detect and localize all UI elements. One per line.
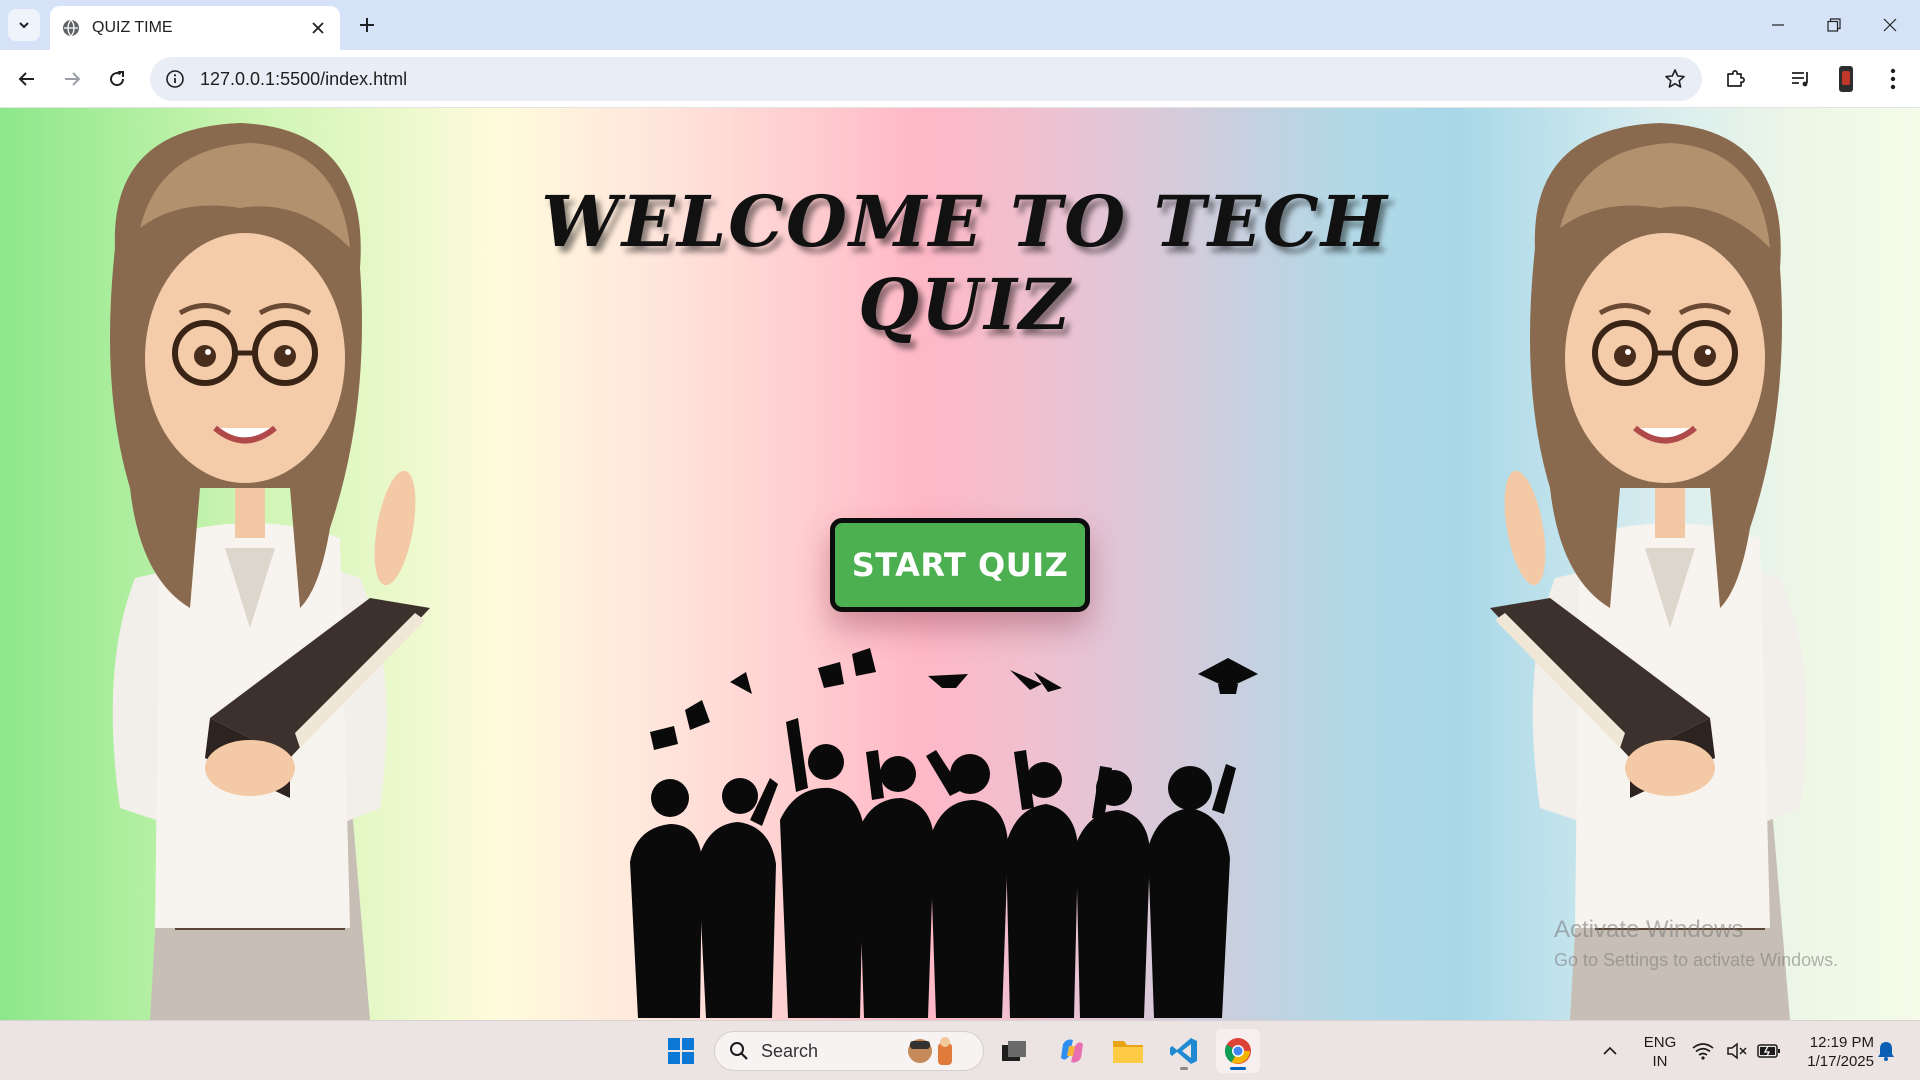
chevron-down-icon (19, 22, 29, 29)
forward-button[interactable] (54, 61, 90, 97)
search-highlight-icon (908, 1037, 953, 1065)
copilot-icon (1061, 1039, 1083, 1063)
notifications-button[interactable] (1866, 1029, 1906, 1073)
bookmark-star-icon[interactable] (1664, 68, 1686, 90)
search-placeholder: Search (761, 1040, 819, 1061)
globe-icon (63, 19, 79, 37)
minimize-icon (1772, 24, 1784, 26)
avatar (1839, 66, 1853, 92)
plus-icon (360, 18, 374, 32)
language-indicator[interactable]: ENG IN (1638, 1033, 1682, 1071)
show-hidden-icons-button[interactable] (1588, 1029, 1632, 1073)
task-view-icon (1002, 1041, 1026, 1061)
vscode-icon (1170, 1038, 1197, 1064)
minimize-button[interactable] (1750, 0, 1806, 50)
wifi-status[interactable] (1686, 1029, 1720, 1073)
bell-icon (1878, 1042, 1894, 1061)
active-indicator (1230, 1067, 1246, 1070)
browser-menu-button[interactable] (1877, 63, 1909, 95)
page-title: WELCOME TO TECH QUIZ (541, 180, 1389, 346)
clock-time: 12:19 PM (1809, 1034, 1874, 1051)
teacher-illustration-right (1490, 123, 1807, 1020)
puzzle-icon (1727, 70, 1745, 87)
activate-windows-watermark: Activate Windows Go to Settings to activ… (1554, 916, 1838, 971)
profile-avatar-button[interactable] (1830, 63, 1862, 95)
chrome-button[interactable] (1216, 1029, 1260, 1073)
start-button[interactable] (659, 1029, 703, 1073)
new-tab-button[interactable] (352, 10, 382, 40)
clock[interactable]: 12:19 PM 1/17/2025 (1792, 1033, 1874, 1071)
address-bar[interactable]: 127.0.0.1:5500/index.html (150, 57, 1702, 101)
playlist-icon (1792, 72, 1808, 87)
graduates-silhouette-illustration (630, 648, 1258, 1018)
tab-search-button[interactable] (8, 9, 40, 41)
reload-button[interactable] (99, 61, 135, 97)
vscode-button[interactable] (1162, 1029, 1206, 1073)
speaker-muted-icon (1727, 1042, 1747, 1060)
browser-tab-bar: QUIZ TIME (0, 0, 1920, 50)
volume-status[interactable] (1720, 1029, 1754, 1073)
reload-icon (110, 71, 125, 87)
arrow-right-icon (65, 72, 81, 86)
battery-status[interactable] (1752, 1029, 1786, 1073)
folder-icon (1113, 1041, 1143, 1063)
browser-tab[interactable]: QUIZ TIME (50, 6, 340, 50)
chevron-up-icon (1603, 1046, 1617, 1055)
quiz-welcome-page: WELCOME TO TECH QUIZ START QUIZ Activate… (0, 108, 1920, 1020)
task-view-button[interactable] (992, 1029, 1036, 1073)
back-button[interactable] (9, 61, 45, 97)
watermark-subtitle: Go to Settings to activate Windows. (1554, 950, 1839, 970)
extensions-button[interactable] (1719, 63, 1751, 95)
more-vert-icon (1890, 68, 1896, 90)
running-indicator (1180, 1067, 1188, 1070)
language-code: ENG (1643, 1034, 1677, 1051)
taskbar-search-box[interactable]: Search (714, 1031, 984, 1071)
restore-icon (1827, 18, 1841, 32)
windows-taskbar: Search ENG IN 12:19 PM 1/17/2025 (0, 1020, 1920, 1080)
chrome-icon (1224, 1038, 1251, 1064)
clock-date: 1/17/2025 (1807, 1053, 1874, 1070)
start-quiz-button[interactable]: START QUIZ (830, 518, 1090, 612)
media-controls-button[interactable] (1785, 63, 1817, 95)
battery-charging-icon (1757, 1044, 1780, 1058)
file-explorer-button[interactable] (1106, 1029, 1150, 1073)
close-tab-icon[interactable] (308, 18, 328, 38)
wifi-icon (1692, 1043, 1714, 1060)
region-code: IN (1652, 1053, 1668, 1070)
browser-toolbar: 127.0.0.1:5500/index.html (0, 50, 1920, 108)
site-info-icon[interactable] (164, 68, 186, 90)
close-window-button[interactable] (1862, 0, 1918, 50)
tab-title: QUIZ TIME (92, 19, 173, 36)
url-text[interactable]: 127.0.0.1:5500/index.html (200, 69, 407, 90)
close-icon (1883, 18, 1897, 32)
watermark-title: Activate Windows (1554, 916, 1744, 943)
windows-logo-icon (668, 1038, 694, 1064)
arrow-left-icon (18, 72, 34, 86)
search-icon (730, 1042, 748, 1060)
copilot-button[interactable] (1050, 1029, 1094, 1073)
teacher-illustration-left (110, 123, 430, 1020)
restore-button[interactable] (1806, 0, 1862, 50)
